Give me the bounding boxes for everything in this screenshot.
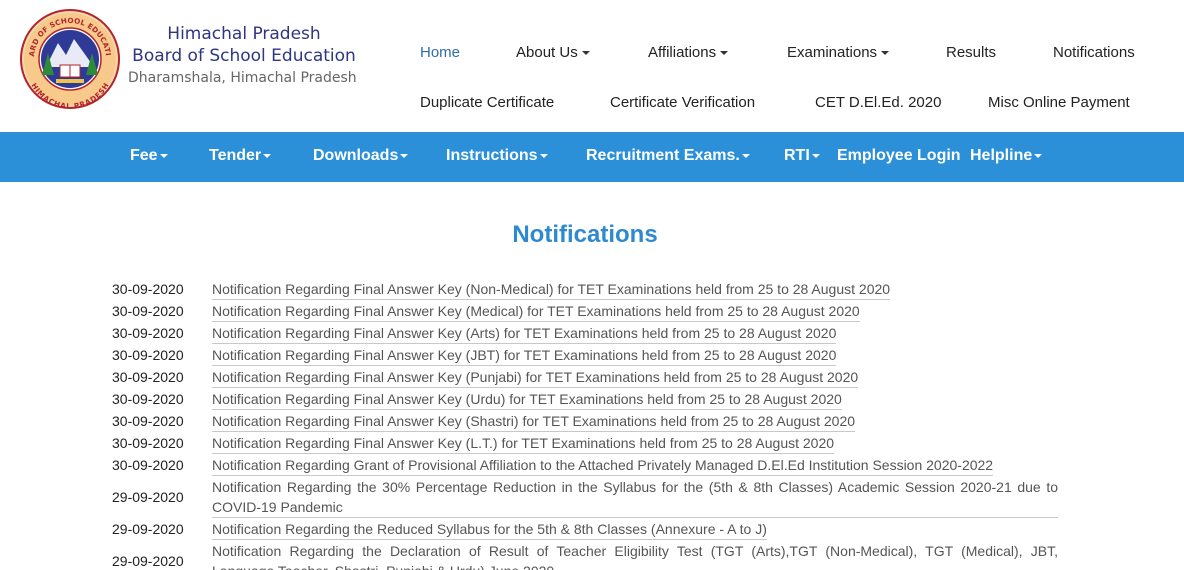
brand-location: Dharamshala, Himachal Pradesh [128, 70, 357, 86]
nav-cet-deled[interactable]: CET D.El.Ed. 2020 [815, 94, 941, 111]
chevron-down-icon [1034, 153, 1043, 158]
notification-date: 30-09-2020 [112, 391, 184, 407]
list-item: 29-09-2020 Notification Regarding the Dec… [112, 540, 1058, 570]
nav-notifications[interactable]: Notifications [1053, 44, 1135, 61]
notification-date: 30-09-2020 [112, 435, 184, 451]
notification-date: 29-09-2020 [112, 553, 184, 569]
notifications-list: 30-09-2020 Notification Regarding Final A… [112, 278, 1058, 570]
notification-link[interactable]: Notification Regarding Final Answer Key … [212, 322, 837, 344]
chevron-down-icon [263, 153, 272, 158]
notification-date: 30-09-2020 [112, 369, 184, 385]
notification-link[interactable]: Notification Regarding the Reduced Sylla… [212, 518, 767, 540]
notification-link[interactable]: Notification Regarding Final Answer Key … [212, 388, 842, 410]
list-item: 30-09-2020 Notification Regarding Final A… [112, 432, 1058, 454]
notification-date: 30-09-2020 [112, 457, 184, 473]
list-item: 30-09-2020 Notification Regarding Final A… [112, 344, 1058, 366]
menu-employee-login[interactable]: Employee Login [837, 147, 961, 165]
notification-date: 30-09-2020 [112, 303, 184, 319]
site-header: BOARD OF SCHOOL EDUCATION HIMACHAL PRADE… [0, 0, 1184, 132]
page-title: Notifications [512, 221, 658, 248]
board-logo-icon[interactable]: BOARD OF SCHOOL EDUCATION HIMACHAL PRADE… [18, 9, 122, 110]
notification-date: 30-09-2020 [112, 413, 184, 429]
nav-home[interactable]: Home [420, 44, 460, 61]
chevron-down-icon [720, 51, 729, 56]
chevron-down-icon [159, 153, 168, 158]
main-menu-bar: Fee Tender Downloads Instructions Recrui… [0, 132, 1184, 182]
notification-date: 30-09-2020 [112, 281, 184, 297]
notification-link[interactable]: Notification Regarding Grant of Provisio… [212, 454, 994, 476]
notification-link[interactable]: Notification Regarding Final Answer Key … [212, 410, 856, 432]
chevron-down-icon [741, 153, 750, 158]
brand-board-name: Board of School Education [132, 46, 356, 66]
menu-fee[interactable]: Fee [130, 147, 168, 165]
nav-misc-online-payment[interactable]: Misc Online Payment [988, 94, 1130, 111]
notification-link[interactable]: Notification Regarding the 30% Percentag… [212, 476, 1058, 518]
brand-state: Himachal Pradesh [167, 24, 321, 44]
notification-link[interactable]: Notification Regarding Final Answer Key … [212, 344, 837, 366]
menu-tender[interactable]: Tender [209, 147, 272, 165]
list-item: 29-09-2020 Notification Regarding the Red… [112, 518, 1058, 540]
menu-rti[interactable]: RTI [784, 147, 820, 165]
nav-certificate-verification[interactable]: Certificate Verification [610, 94, 755, 111]
list-item: 30-09-2020 Notification Regarding Final A… [112, 410, 1058, 432]
notification-link[interactable]: Notification Regarding Final Answer Key … [212, 278, 891, 300]
list-item: 29-09-2020 Notification Regarding the 30%… [112, 476, 1058, 518]
notification-date: 29-09-2020 [112, 489, 184, 505]
list-item: 30-09-2020 Notification Regarding Final A… [112, 300, 1058, 322]
nav-affiliations[interactable]: Affiliations [648, 44, 729, 61]
chevron-down-icon [881, 51, 890, 56]
notification-date: 30-09-2020 [112, 325, 184, 341]
nav-about-us[interactable]: About Us [516, 44, 590, 61]
list-item: 30-09-2020 Notification Regarding Final A… [112, 388, 1058, 410]
nav-results[interactable]: Results [946, 44, 996, 61]
chevron-down-icon [400, 153, 409, 158]
notification-link[interactable]: Notification Regarding Final Answer Key … [212, 432, 835, 454]
chevron-down-icon [581, 51, 590, 56]
notification-link[interactable]: Notification Regarding the Declaration o… [212, 540, 1058, 570]
nav-duplicate-certificate[interactable]: Duplicate Certificate [420, 94, 554, 111]
notification-link[interactable]: Notification Regarding Final Answer Key … [212, 300, 860, 322]
list-item: 30-09-2020 Notification Regarding Grant o… [112, 454, 1058, 476]
notification-date: 30-09-2020 [112, 347, 184, 363]
menu-downloads[interactable]: Downloads [313, 147, 409, 165]
menu-instructions[interactable]: Instructions [446, 147, 548, 165]
list-item: 30-09-2020 Notification Regarding Final A… [112, 278, 1058, 300]
menu-helpline[interactable]: Helpline [970, 147, 1043, 165]
menu-recruitment-exams[interactable]: Recruitment Exams. [586, 147, 750, 165]
list-item: 30-09-2020 Notification Regarding Final A… [112, 322, 1058, 344]
nav-examinations[interactable]: Examinations [787, 44, 890, 61]
notification-link[interactable]: Notification Regarding Final Answer Key … [212, 366, 859, 388]
notification-date: 29-09-2020 [112, 521, 184, 537]
list-item: 30-09-2020 Notification Regarding Final A… [112, 366, 1058, 388]
chevron-down-icon [539, 153, 548, 158]
brand-block[interactable]: Himachal Pradesh Board of School Educati… [128, 24, 368, 89]
chevron-down-icon [811, 153, 820, 158]
